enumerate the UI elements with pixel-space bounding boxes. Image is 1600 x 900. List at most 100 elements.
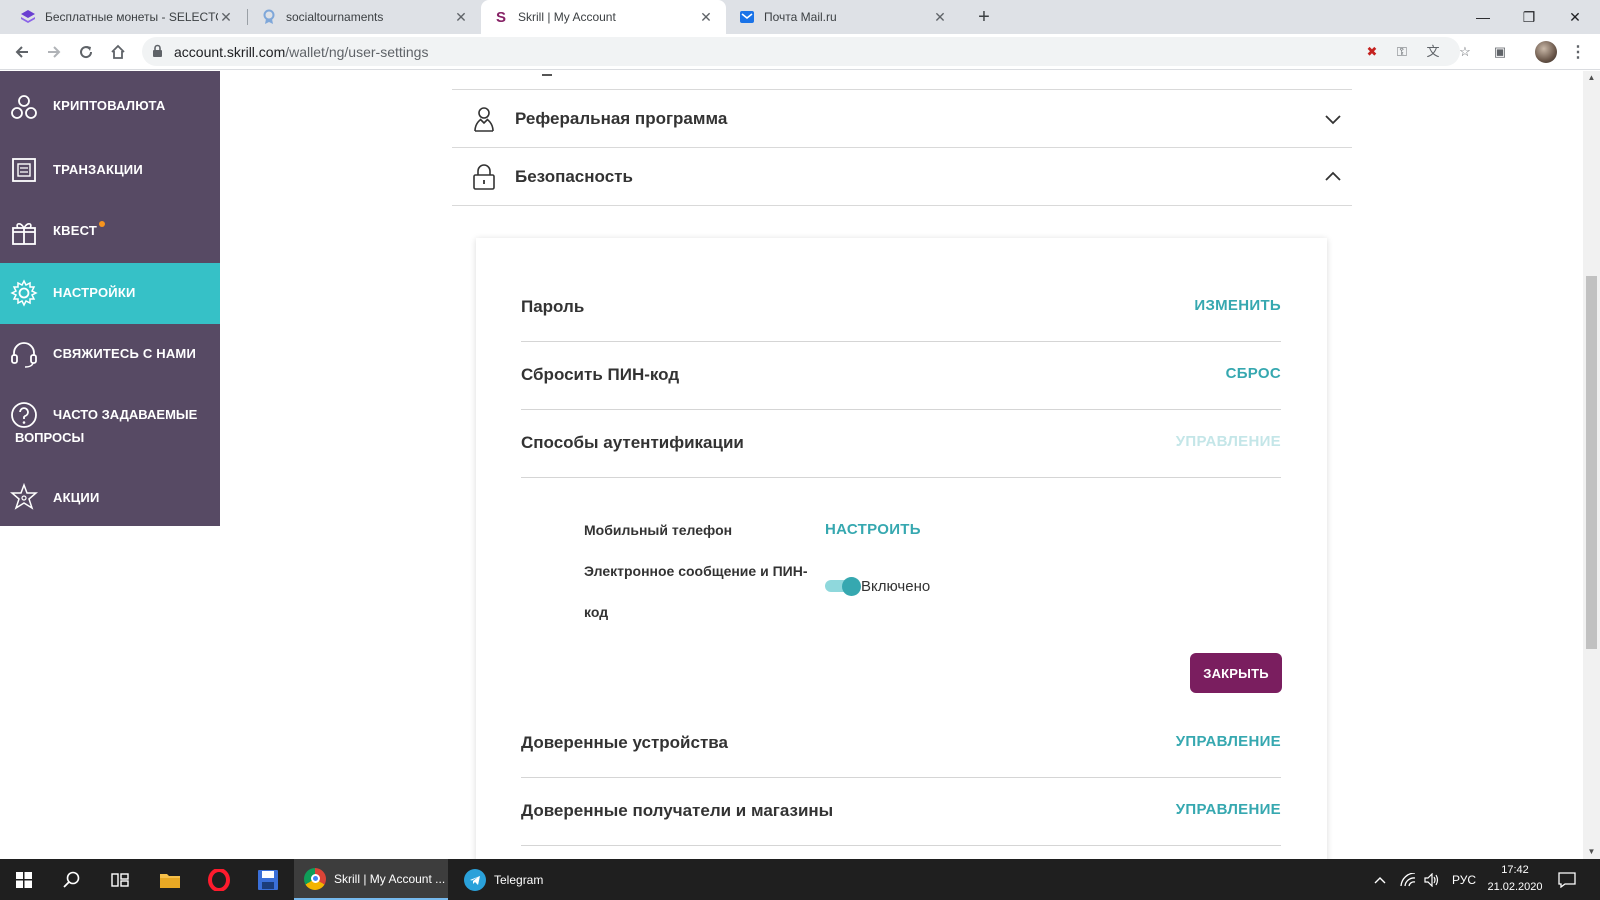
volume-icon[interactable] — [1424, 859, 1440, 900]
setting-label: Доверенные устройства — [521, 733, 728, 752]
close-button[interactable]: ЗАКРЫТЬ — [1190, 653, 1282, 693]
manage-recipients-link[interactable]: УПРАВЛЕНИЕ — [1176, 801, 1281, 818]
blocked-plugin-icon[interactable]: ✖ — [1364, 44, 1380, 60]
setting-row-trusted-recipients: Доверенные получатели и магазины УПРАВЛЕ… — [521, 778, 1281, 846]
manage-devices-link[interactable]: УПРАВЛЕНИЕ — [1176, 733, 1281, 750]
tab-divider — [247, 9, 248, 25]
accordion-row-partial — [452, 71, 1352, 90]
search-button[interactable] — [48, 859, 96, 900]
browser-tab-strip: Бесплатные монеты - SELECTOR ✕ socialtou… — [0, 0, 1600, 34]
sidebar-item-label: Акции — [53, 490, 100, 505]
address-bar[interactable]: account.skrill.com/wallet/ng/user-settin… — [142, 37, 1471, 66]
gift-icon — [12, 223, 36, 245]
save-app-button[interactable] — [244, 859, 292, 900]
crypto-icon — [11, 95, 37, 119]
back-button[interactable] — [10, 40, 34, 64]
setting-label: Доверенные получатели и магазины — [521, 801, 834, 820]
key-icon[interactable]: ⚿ — [1394, 44, 1410, 60]
forward-button[interactable] — [42, 40, 66, 64]
sidebar-nav: Криптовалюта Транзакции Квест Настройки … — [0, 71, 220, 526]
sidebar-item-crypto[interactable]: Криптовалюта — [0, 71, 220, 141]
close-tab-icon[interactable]: ✕ — [218, 9, 234, 26]
close-tab-icon[interactable]: ✕ — [698, 9, 714, 26]
sidebar-item-contact[interactable]: Свяжитесь с нами — [0, 324, 220, 385]
sidebar-item-promotions[interactable]: Акции — [0, 469, 220, 526]
setting-label: Способы аутентификации — [521, 433, 744, 452]
taskbar-app-telegram[interactable]: Telegram — [454, 859, 604, 900]
sidebar-item-settings[interactable]: Настройки — [0, 263, 220, 324]
sidebar-item-label: Транзакции — [53, 162, 143, 177]
browser-tab-mail[interactable]: Почта Mail.ru ✕ — [727, 0, 960, 34]
mail-ru-icon — [739, 9, 755, 25]
change-password-link[interactable]: ИЗМЕНИТЬ — [1194, 297, 1281, 314]
system-clock[interactable]: 17:42 21.02.2020 — [1485, 862, 1545, 896]
language-indicator[interactable]: РУС — [1452, 859, 1476, 900]
windows-taskbar: Skrill | My Account ... Telegram РУС 17:… — [0, 859, 1600, 900]
selector-logo-icon — [20, 9, 36, 25]
manage-auth-link[interactable]: УПРАВЛЕНИЕ — [1176, 433, 1281, 450]
accordion-security[interactable]: Безопасность — [452, 148, 1352, 206]
sidebar-item-label: Квест — [53, 223, 97, 238]
email-pin-label-line2: код — [584, 604, 609, 620]
sidebar-item-transactions[interactable]: Транзакции — [0, 141, 220, 202]
scrollbar-thumb[interactable] — [1586, 276, 1597, 649]
browser-tab-socialtournaments[interactable]: socialtournaments ✕ — [249, 0, 481, 34]
reset-pin-link[interactable]: СБРОС — [1226, 365, 1281, 382]
tab-title: Бесплатные монеты - SELECTOR — [45, 10, 218, 24]
chevron-down-icon — [1325, 115, 1341, 125]
browser-tab-skrill[interactable]: S Skrill | My Account ✕ — [481, 0, 726, 34]
accordion-referral[interactable]: Реферальная программа — [452, 90, 1352, 148]
page-content: Криптовалюта Транзакции Квест Настройки … — [0, 71, 1600, 859]
transactions-icon — [12, 158, 36, 182]
url-text: account.skrill.com/wallet/ng/user-settin… — [174, 44, 428, 60]
file-explorer-button[interactable] — [146, 859, 194, 900]
lock-icon — [152, 44, 163, 63]
taskbar-app-chrome[interactable]: Skrill | My Account ... — [294, 859, 448, 900]
opera-button[interactable] — [195, 859, 243, 900]
tray-chevron-icon[interactable] — [1374, 859, 1386, 900]
close-window-button[interactable]: ✕ — [1552, 0, 1598, 34]
home-icon — [111, 44, 125, 59]
extension-icon[interactable]: ▣ — [1490, 42, 1510, 62]
email-pin-toggle[interactable] — [825, 577, 861, 596]
sidebar-item-faq[interactable]: Часто задаваемые вопросы — [0, 385, 220, 469]
partial-title-fragment — [542, 74, 552, 76]
reload-button[interactable] — [74, 40, 98, 64]
task-view-button[interactable] — [96, 859, 144, 900]
page-scrollbar[interactable]: ▲ ▼ — [1583, 71, 1600, 859]
scroll-down-arrow-icon[interactable]: ▼ — [1583, 845, 1600, 859]
setup-mobile-link[interactable]: НАСТРОИТЬ — [825, 521, 921, 538]
browser-tab-selector[interactable]: Бесплатные монеты - SELECTOR ✕ — [8, 0, 246, 34]
close-tab-icon[interactable]: ✕ — [453, 9, 469, 26]
gear-icon — [10, 279, 38, 307]
tab-title: Почта Mail.ru — [764, 10, 837, 24]
scroll-up-arrow-icon[interactable]: ▲ — [1583, 71, 1600, 85]
sidebar-item-label: Криптовалюта — [53, 98, 166, 113]
setting-row-reset-pin: Сбросить ПИН-код СБРОС — [521, 342, 1281, 410]
setting-row-password: Пароль ИЗМЕНИТЬ — [521, 274, 1281, 342]
tab-title: socialtournaments — [286, 10, 384, 24]
floppy-disk-icon — [258, 869, 278, 890]
tab-title: Skrill | My Account — [518, 10, 616, 24]
bookmark-star-icon[interactable]: ☆ — [1457, 44, 1473, 60]
new-tab-button[interactable]: + — [972, 5, 996, 29]
clock-time: 17:42 — [1501, 864, 1529, 876]
headset-icon — [11, 342, 37, 368]
profile-avatar[interactable] — [1535, 41, 1557, 63]
restore-button[interactable]: ❐ — [1506, 0, 1552, 34]
telegram-icon — [464, 868, 486, 891]
sidebar-item-quest[interactable]: Квест — [0, 202, 220, 263]
forward-arrow-icon — [48, 46, 61, 58]
security-settings-panel: Пароль ИЗМЕНИТЬ Сбросить ПИН-код СБРОС С… — [476, 238, 1327, 859]
toggle-status-label: Включено — [861, 578, 931, 595]
close-tab-icon[interactable]: ✕ — [932, 9, 948, 26]
browser-menu-icon[interactable]: ⋮ — [1570, 42, 1586, 62]
setting-label: Пароль — [521, 297, 585, 316]
home-button[interactable] — [106, 40, 130, 64]
wifi-icon[interactable] — [1400, 859, 1416, 900]
notifications-icon[interactable] — [1558, 859, 1576, 900]
clock-date: 21.02.2020 — [1487, 881, 1543, 893]
minimize-button[interactable]: — — [1460, 0, 1506, 34]
translate-icon[interactable]: 文 — [1425, 44, 1441, 60]
start-button[interactable] — [0, 859, 48, 900]
